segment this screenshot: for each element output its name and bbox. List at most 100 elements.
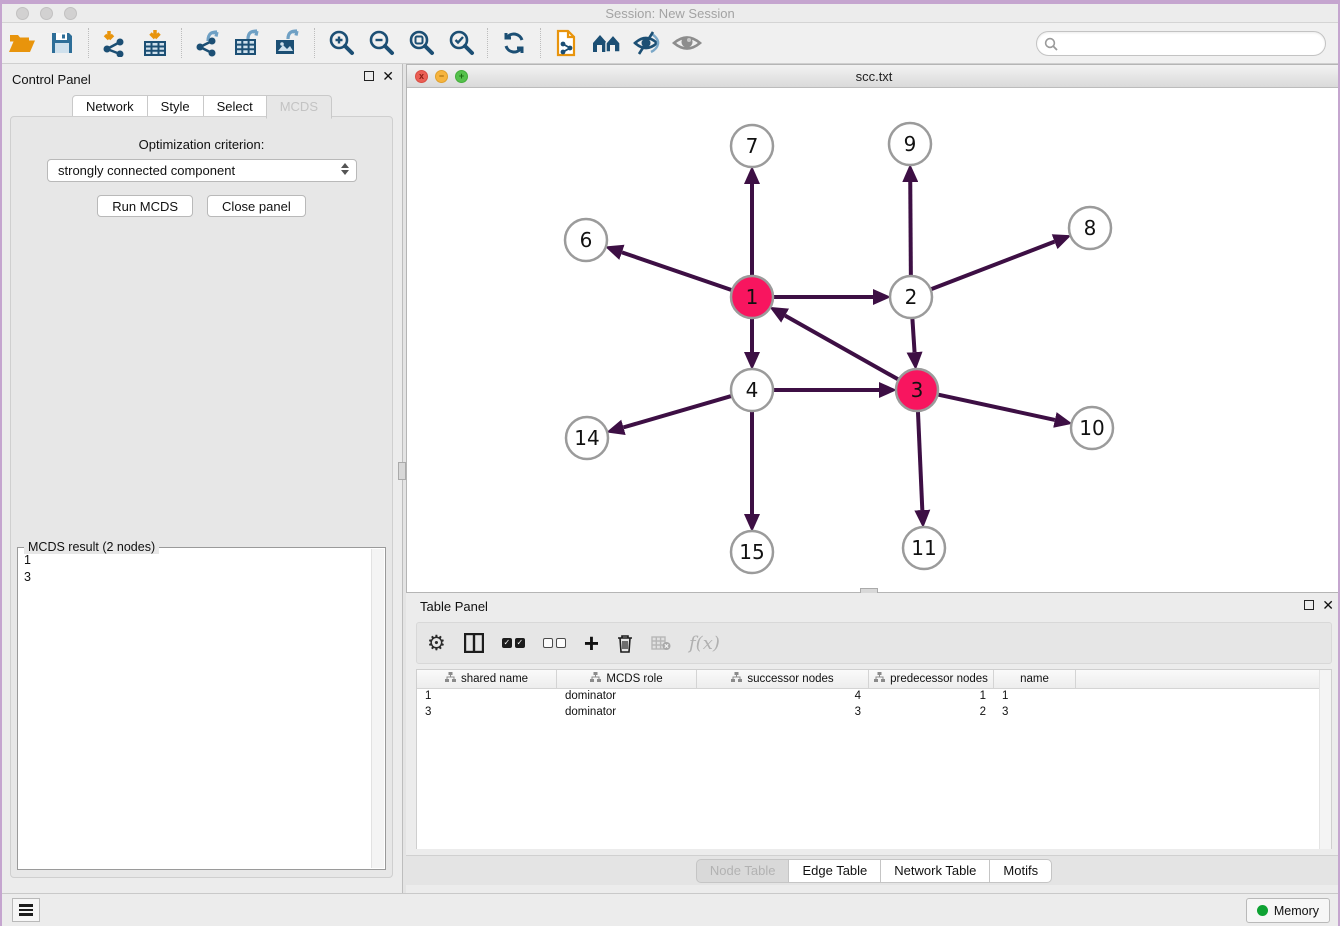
close-window-button[interactable]: [16, 7, 29, 20]
unselect-all-columns-icon[interactable]: [543, 628, 566, 658]
table-scrollbar[interactable]: [1319, 670, 1331, 849]
table-cell[interactable]: 1: [417, 689, 557, 705]
save-session-icon[interactable]: [45, 27, 79, 59]
edge-2-9[interactable]: [910, 182, 911, 278]
clone-network-icon[interactable]: [550, 27, 584, 59]
edge-4-14[interactable]: [623, 395, 733, 427]
edge-3-11[interactable]: [918, 409, 922, 510]
edge-1-6[interactable]: [622, 252, 734, 290]
column-header-mcds-role[interactable]: MCDS role: [557, 670, 697, 688]
node-1[interactable]: 1: [731, 276, 773, 318]
table-cell[interactable]: 1: [869, 689, 994, 705]
column-label: predecessor nodes: [890, 673, 988, 685]
zoom-out-icon[interactable]: [364, 27, 398, 59]
open-session-icon[interactable]: [5, 27, 39, 59]
float-panel-icon[interactable]: [1304, 600, 1314, 610]
table-cell[interactable]: dominator: [557, 705, 697, 721]
table-cell[interactable]: 3: [697, 705, 869, 721]
table-row[interactable]: 1dominator411: [417, 689, 1331, 705]
table-cell[interactable]: 2: [869, 705, 994, 721]
delete-column-icon[interactable]: [617, 628, 633, 658]
minimize-window-button[interactable]: [40, 7, 53, 20]
column-header-name[interactable]: name: [994, 670, 1076, 688]
import-network-icon[interactable]: [98, 27, 132, 59]
zoom-in-icon[interactable]: [324, 27, 358, 59]
edge-3-1[interactable]: [785, 316, 900, 381]
table-row[interactable]: 3dominator323: [417, 705, 1331, 721]
node-table[interactable]: shared nameMCDS rolesuccessor nodes prede…: [416, 669, 1332, 849]
birdseye-view-icon[interactable]: [670, 27, 704, 59]
close-panel-button[interactable]: Close panel: [207, 195, 306, 217]
refresh-icon[interactable]: [497, 27, 531, 59]
memory-button[interactable]: Memory: [1246, 898, 1330, 923]
network-window-titlebar[interactable]: x − + scc.txt: [407, 65, 1340, 88]
edge-3-10[interactable]: [936, 394, 1055, 420]
svg-text:11: 11: [911, 536, 936, 560]
column-header-predecessor-nodes[interactable]: predecessor nodes: [869, 670, 994, 688]
svg-text:9: 9: [904, 132, 917, 156]
node-8[interactable]: 8: [1069, 207, 1111, 249]
zoom-fit-icon[interactable]: [404, 27, 438, 59]
node-4[interactable]: 4: [731, 369, 773, 411]
search-input[interactable]: [1036, 31, 1326, 56]
export-table-icon[interactable]: [231, 27, 265, 59]
tab-network-table[interactable]: Network Table: [880, 859, 990, 883]
export-network-icon[interactable]: [191, 27, 225, 59]
node-11[interactable]: 11: [903, 527, 945, 569]
node-6[interactable]: 6: [565, 219, 607, 261]
maximize-network-icon[interactable]: +: [455, 70, 468, 83]
column-type-icon: [874, 672, 885, 686]
network-graph[interactable]: 7 9 6 8 1 2 4 3 14 10 15 11: [407, 88, 1340, 592]
splitter-grip[interactable]: [398, 462, 406, 480]
table-cell[interactable]: 3: [417, 705, 557, 721]
table-cell[interactable]: 1: [994, 689, 1076, 705]
column-header-shared-name[interactable]: shared name: [417, 670, 557, 688]
column-header-successor-nodes[interactable]: successor nodes: [697, 670, 869, 688]
task-history-button[interactable]: [12, 898, 40, 922]
table-cell[interactable]: 3: [994, 705, 1076, 721]
tab-motifs[interactable]: Motifs: [989, 859, 1052, 883]
edge-2-3[interactable]: [912, 316, 914, 352]
svg-text:1: 1: [746, 285, 759, 309]
network-canvas[interactable]: 7 9 6 8 1 2 4 3 14 10 15 11: [407, 88, 1340, 592]
function-builder-icon: f(x): [689, 628, 720, 658]
titlebar[interactable]: Session: New Session: [2, 4, 1338, 23]
mcds-result-item: 1: [24, 552, 31, 569]
import-table-icon[interactable]: [138, 27, 172, 59]
node-14[interactable]: 14: [566, 417, 608, 459]
node-2[interactable]: 2: [890, 276, 932, 318]
node-9[interactable]: 9: [889, 123, 931, 165]
add-column-icon[interactable]: +: [584, 628, 599, 658]
table-cell[interactable]: dominator: [557, 689, 697, 705]
node-7[interactable]: 7: [731, 125, 773, 167]
hide-graphics-details-icon[interactable]: [630, 27, 664, 59]
zoom-window-button[interactable]: [64, 7, 77, 20]
table-options-gear-icon[interactable]: ⚙: [427, 628, 446, 658]
mcds-result-scrollbar[interactable]: [371, 549, 384, 868]
select-all-columns-icon[interactable]: ✓✓: [502, 628, 525, 658]
show-columns-icon[interactable]: [464, 628, 484, 658]
node-15[interactable]: 15: [731, 531, 773, 573]
close-network-icon[interactable]: x: [415, 70, 428, 83]
tab-edge-table[interactable]: Edge Table: [788, 859, 881, 883]
control-panel: Control Panel ✕ NetworkStyleSelectMCDS O…: [2, 64, 402, 893]
minimize-network-icon[interactable]: −: [435, 70, 448, 83]
node-10[interactable]: 10: [1071, 407, 1113, 449]
application-window: Session: New Session: [0, 0, 1340, 926]
network-view-window: x − + scc.txt 7 9 6 8 1 2 4 3 14 10 15 11: [406, 64, 1340, 593]
float-panel-icon[interactable]: [364, 71, 374, 81]
edge-2-8[interactable]: [929, 242, 1055, 290]
table-cell[interactable]: 4: [697, 689, 869, 705]
zoom-selected-icon[interactable]: [444, 27, 478, 59]
node-3[interactable]: 3: [896, 369, 938, 411]
toolbar-separator: [181, 28, 182, 58]
run-mcds-button[interactable]: Run MCDS: [97, 195, 193, 217]
close-panel-icon[interactable]: ✕: [1322, 600, 1334, 610]
export-image-icon[interactable]: [271, 27, 305, 59]
close-panel-icon[interactable]: ✕: [382, 71, 394, 81]
tab-mcds[interactable]: MCDS: [266, 95, 332, 119]
optimization-criterion-select[interactable]: strongly connected component: [47, 159, 357, 182]
tab-node-table[interactable]: Node Table: [696, 859, 790, 883]
first-neighbors-icon[interactable]: [590, 27, 624, 59]
search-box: [1036, 31, 1326, 56]
